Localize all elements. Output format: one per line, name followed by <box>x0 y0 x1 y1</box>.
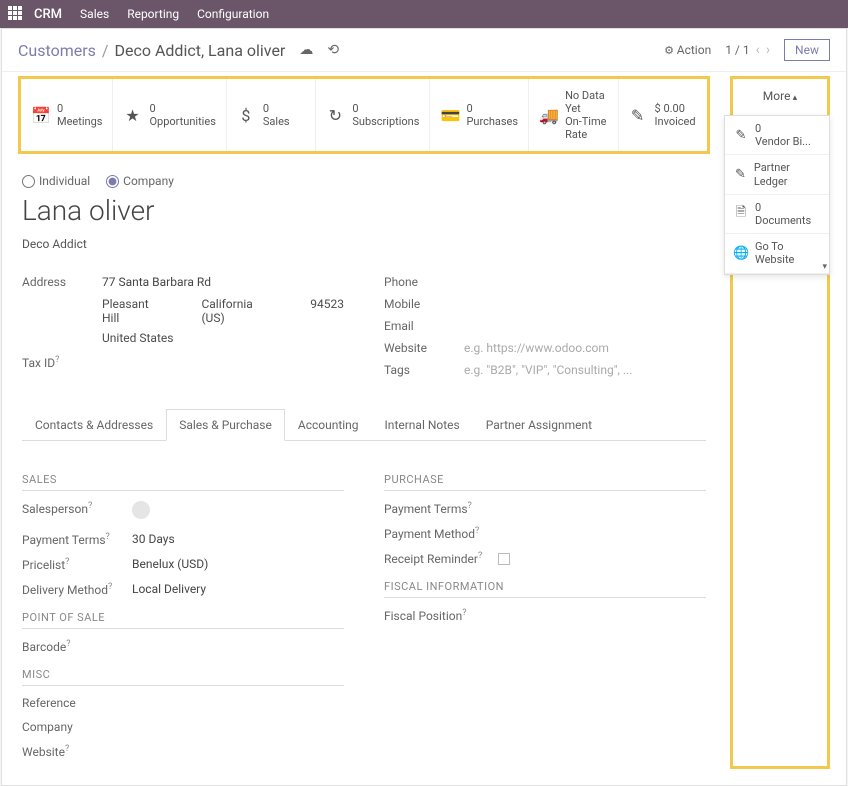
cloud-icon[interactable]: ☁ <box>299 42 313 58</box>
stat-subscriptions[interactable]: ↻0Subscriptions <box>316 79 430 151</box>
taxid-field[interactable] <box>102 355 344 370</box>
mobile-label: Mobile <box>384 297 464 311</box>
tab-sales-purchase[interactable]: Sales & Purchase <box>166 409 285 441</box>
action-menu[interactable]: Action <box>664 43 711 57</box>
nav-configuration[interactable]: Configuration <box>197 7 269 21</box>
more-button[interactable]: More <box>733 79 827 113</box>
globe-icon: 🌐 <box>733 246 749 261</box>
phone-label: Phone <box>384 275 464 289</box>
stat-ontime[interactable]: 🚚No Data YetOn-Time Rate <box>529 79 618 151</box>
truck-icon: 🚚 <box>539 106 557 125</box>
breadcrumb: Customers / Deco Addict, Lana oliver ☁ ⟲ <box>18 41 664 60</box>
mobile-field[interactable] <box>464 297 706 311</box>
website-label: Website <box>384 341 464 355</box>
top-navbar: CRM Sales Reporting Configuration <box>0 0 848 28</box>
document-icon: 🗎 <box>733 203 749 225</box>
payment-terms-field[interactable]: 30 Days <box>132 532 175 547</box>
checkbox[interactable] <box>498 553 510 565</box>
tab-accounting[interactable]: Accounting <box>285 409 372 441</box>
more-panel: More ✎0Vendor Bi... ✎Partner Ledger 🗎0Do… <box>730 76 830 769</box>
section-misc: MISC <box>22 668 344 686</box>
taxid-label: Tax ID? <box>22 355 102 370</box>
section-purchase: PURCHASE <box>384 473 706 491</box>
more-goto-website[interactable]: 🌐Go To Website <box>725 234 829 273</box>
pricelist-field[interactable]: Benelux (USD) <box>132 557 208 572</box>
apps-icon[interactable] <box>8 6 24 22</box>
company-name[interactable]: Deco Addict <box>22 237 706 251</box>
receipt-reminder-field[interactable] <box>494 551 510 566</box>
stat-purchases[interactable]: 💳0Purchases <box>430 79 529 151</box>
tab-internal-notes[interactable]: Internal Notes <box>372 409 473 441</box>
stat-sales[interactable]: $0Sales <box>227 79 316 151</box>
section-sales: SALES <box>22 473 344 491</box>
breadcrumb-current: Deco Addict, Lana oliver <box>115 41 286 60</box>
stat-invoiced[interactable]: ✎$ 0.00Invoiced <box>619 79 707 151</box>
salesperson-field[interactable] <box>132 501 150 522</box>
stat-meetings[interactable]: 📅0Meetings <box>21 79 113 151</box>
tags-label: Tags <box>384 363 464 377</box>
page-header: Customers / Deco Addict, Lana oliver ☁ ⟲… <box>2 29 846 72</box>
stat-buttons: 📅0Meetings ★0Opportunities $0Sales ↻0Sub… <box>18 76 710 154</box>
phone-field[interactable] <box>464 275 706 289</box>
edit-icon: ✎ <box>733 167 748 182</box>
section-pos: POINT OF SALE <box>22 611 344 629</box>
tab-partner-assignment[interactable]: Partner Assignment <box>473 409 605 441</box>
email-label: Email <box>384 319 464 333</box>
reload-icon[interactable]: ⟲ <box>327 42 339 58</box>
more-menu: ✎0Vendor Bi... ✎Partner Ledger 🗎0Documen… <box>724 115 830 275</box>
refresh-icon: ↻ <box>326 106 344 125</box>
section-fiscal: FISCAL INFORMATION <box>384 580 706 598</box>
star-icon: ★ <box>123 106 141 125</box>
more-documents[interactable]: 🗎0Documents <box>725 195 829 234</box>
calendar-icon: 📅 <box>31 106 49 125</box>
card-icon: 💳 <box>440 106 458 125</box>
city-field[interactable]: Pleasant Hill <box>102 297 161 325</box>
avatar-placeholder <box>132 501 150 519</box>
email-field[interactable] <box>464 319 706 333</box>
radio-individual[interactable]: Individual <box>22 174 90 188</box>
pager-prev-icon[interactable]: ‹ <box>756 42 760 58</box>
nav-reporting[interactable]: Reporting <box>127 7 179 21</box>
radio-company[interactable]: Company <box>106 174 174 188</box>
country-field[interactable]: United States <box>102 331 173 345</box>
zip-field[interactable]: 94523 <box>310 297 344 325</box>
tab-contacts[interactable]: Contacts & Addresses <box>22 409 166 441</box>
street-field[interactable]: 77 Santa Barbara Rd <box>102 275 344 289</box>
address-label: Address <box>22 275 102 289</box>
dropdown-icon[interactable]: ▾ <box>822 262 827 272</box>
website-field[interactable]: e.g. https://www.odoo.com <box>464 341 706 355</box>
pager-next-icon[interactable]: › <box>766 42 770 58</box>
new-button[interactable]: New <box>784 39 830 61</box>
state-field[interactable]: California (US) <box>201 297 270 325</box>
nav-sales[interactable]: Sales <box>80 7 109 21</box>
edit-icon: ✎ <box>629 106 647 125</box>
contact-name[interactable]: Lana oliver <box>22 194 706 227</box>
dollar-icon: $ <box>237 106 255 125</box>
breadcrumb-root[interactable]: Customers <box>18 41 96 60</box>
pager: 1 / 1 ‹ › <box>725 42 770 58</box>
tags-field[interactable]: e.g. "B2B", "VIP", "Consulting", ... <box>464 363 706 377</box>
tabs: Contacts & Addresses Sales & Purchase Ac… <box>22 409 706 441</box>
delivery-method-field[interactable]: Local Delivery <box>132 582 206 597</box>
edit-icon: ✎ <box>733 128 749 143</box>
more-partner-ledger[interactable]: ✎Partner Ledger <box>725 155 829 194</box>
app-name: CRM <box>34 7 62 22</box>
stat-opportunities[interactable]: ★0Opportunities <box>113 79 226 151</box>
more-vendor-bills[interactable]: ✎0Vendor Bi... <box>725 116 829 155</box>
